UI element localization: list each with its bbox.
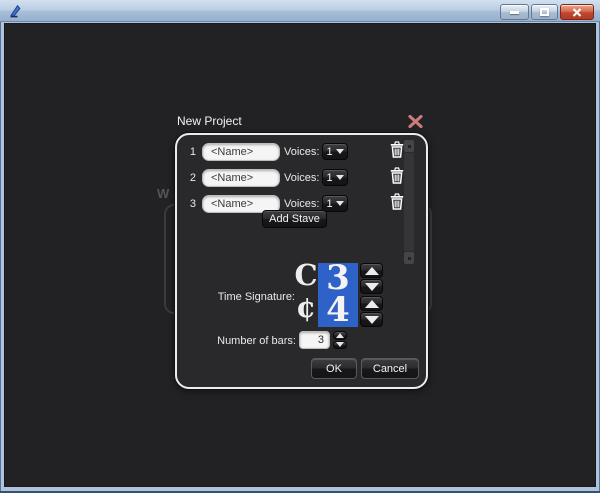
close-button[interactable]	[560, 4, 594, 20]
cut-time-symbol[interactable]: ¢	[294, 291, 318, 323]
app-icon	[7, 3, 23, 19]
dropdown-arrow-icon	[336, 149, 344, 154]
stave-list-scrollbar[interactable]	[404, 140, 414, 264]
close-icon	[572, 8, 582, 17]
delete-stave-button[interactable]	[389, 167, 405, 185]
up-arrow-icon	[336, 333, 344, 338]
voices-label: Voices:	[284, 172, 319, 184]
voices-dropdown[interactable]: 1	[322, 143, 348, 160]
stave-name-input[interactable]	[202, 169, 280, 187]
trash-icon	[390, 167, 404, 184]
stave-number: 3	[183, 198, 196, 210]
background-watermark-letter: W	[157, 186, 169, 201]
up-arrow-icon	[365, 300, 379, 308]
up-arrow-icon	[365, 267, 379, 275]
time-signature-symbols: C ¢	[294, 259, 318, 323]
voices-value: 1	[326, 198, 332, 210]
dialog-close-icon	[408, 115, 423, 128]
voices-value: 1	[326, 172, 332, 184]
minimize-icon	[510, 11, 519, 14]
stave-number: 1	[183, 146, 196, 158]
voices-dropdown[interactable]: 1	[322, 169, 348, 186]
maximize-button[interactable]	[531, 4, 558, 20]
scrollbar-down-button[interactable]	[404, 252, 414, 264]
stave-name-input[interactable]	[202, 143, 280, 161]
voices-label: Voices:	[284, 146, 319, 158]
scrollbar-up-icon	[408, 145, 411, 148]
window-controls	[500, 4, 594, 20]
titlebar[interactable]	[0, 0, 600, 22]
delete-stave-button[interactable]	[389, 193, 405, 211]
voices-value: 1	[326, 146, 332, 158]
minimize-button[interactable]	[500, 4, 529, 20]
numerator-up-button[interactable]	[360, 263, 383, 278]
app-window: W New Project 1 Voices: 1 2 Voices: 1	[0, 0, 600, 493]
dropdown-arrow-icon	[336, 175, 344, 180]
scrollbar-thumb[interactable]	[404, 153, 414, 251]
denominator-down-button[interactable]	[360, 312, 383, 327]
voices-dropdown[interactable]: 1	[322, 195, 348, 212]
down-arrow-icon	[336, 342, 344, 347]
down-arrow-icon	[365, 283, 379, 291]
cancel-button[interactable]: Cancel	[361, 358, 419, 379]
add-stave-button[interactable]: Add Stave	[262, 210, 327, 228]
time-signature-label: Time Signature:	[210, 291, 295, 303]
scrollbar-up-button[interactable]	[404, 140, 414, 152]
ok-button[interactable]: OK	[311, 358, 357, 379]
common-time-symbol[interactable]: C	[294, 259, 318, 291]
trash-icon	[390, 193, 404, 210]
dialog-title: New Project	[177, 114, 242, 128]
voices-label: Voices:	[284, 198, 319, 210]
down-arrow-icon	[365, 316, 379, 324]
bars-up-button[interactable]	[333, 331, 347, 340]
number-of-bars-label: Number of bars:	[212, 335, 296, 347]
scrollbar-down-icon	[408, 257, 411, 260]
time-signature-spinners	[360, 263, 383, 328]
maximize-icon	[540, 8, 549, 16]
trash-icon	[390, 141, 404, 158]
time-signature-denominator[interactable]: 4	[318, 295, 358, 327]
number-of-bars-input[interactable]	[299, 331, 330, 349]
time-signature-value: 3 4	[318, 263, 358, 327]
dropdown-arrow-icon	[336, 201, 344, 206]
stave-number: 2	[183, 172, 196, 184]
delete-stave-button[interactable]	[389, 141, 405, 159]
denominator-up-button[interactable]	[360, 296, 383, 311]
bars-down-button[interactable]	[333, 341, 347, 350]
dialog-close-button[interactable]	[405, 112, 425, 130]
number-of-bars-stepper	[333, 331, 347, 349]
numerator-down-button[interactable]	[360, 279, 383, 294]
